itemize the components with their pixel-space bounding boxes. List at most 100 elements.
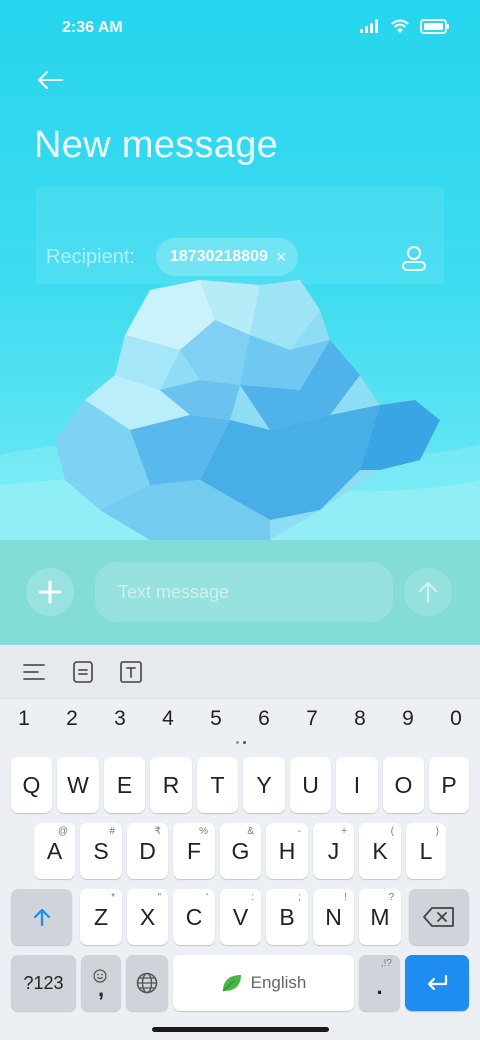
iceberg-background: [0, 280, 480, 540]
space-label-group: English: [221, 973, 307, 993]
key-u[interactable]: U: [290, 757, 331, 813]
key-label: K: [372, 837, 388, 864]
key-l[interactable]: L): [406, 823, 446, 879]
person-icon: [402, 246, 426, 271]
key-1[interactable]: 1: [9, 707, 39, 731]
key-x[interactable]: X ": [127, 889, 168, 945]
add-contact-button[interactable]: [396, 240, 432, 276]
backspace-button[interactable]: [409, 889, 469, 945]
enter-icon: [427, 974, 448, 991]
wifi-icon: [391, 19, 409, 33]
attach-button[interactable]: [26, 568, 74, 616]
back-button[interactable]: [30, 62, 70, 98]
key-f[interactable]: F%: [173, 823, 215, 879]
toolbar-clipboard-button[interactable]: [70, 659, 96, 685]
key-alt: ': [206, 892, 208, 903]
key-0[interactable]: 0: [441, 707, 471, 731]
language-button[interactable]: [126, 955, 168, 1011]
backspace-icon: [423, 907, 454, 927]
message-screen: 2:36 AM New message Recipient: 187302188…: [0, 0, 480, 645]
shift-arrow-icon: [33, 908, 50, 927]
key-label: S: [93, 837, 109, 864]
key-y[interactable]: Y: [243, 757, 285, 813]
keyboard: 1 2 3 4 5 6 7 8 9 0 Q W E R T Y U I O P …: [0, 645, 480, 1040]
toolbar-text-button[interactable]: [118, 659, 144, 685]
key-s[interactable]: S #: [80, 823, 122, 879]
signal-icon: [360, 19, 378, 33]
space-label: English: [250, 973, 307, 992]
leaf-icon: [222, 975, 241, 992]
key-alt: @: [57, 826, 68, 837]
status-time: 2:36 AM: [62, 19, 123, 36]
page-indicator: [236, 741, 246, 744]
key-alt: ;: [298, 892, 301, 903]
key-9[interactable]: 9: [393, 707, 423, 731]
key-h[interactable]: H-: [266, 823, 308, 879]
key-k[interactable]: K(: [359, 823, 401, 879]
key-e[interactable]: E: [104, 757, 145, 813]
space-bar[interactable]: English: [173, 955, 354, 1011]
key-p[interactable]: P: [429, 757, 469, 813]
key-7[interactable]: 7: [297, 707, 327, 731]
key-8[interactable]: 8: [345, 707, 375, 731]
key-5[interactable]: 5: [201, 707, 231, 731]
key-w[interactable]: W: [57, 757, 99, 813]
key-alt: -: [297, 826, 301, 837]
close-icon[interactable]: ×: [276, 248, 287, 266]
key-v[interactable]: V:: [220, 889, 261, 945]
key-2[interactable]: 2: [57, 707, 87, 731]
page-title: New message: [34, 124, 279, 166]
period-label: .: [376, 974, 383, 999]
status-icons: [360, 18, 450, 34]
page-dot: [236, 741, 239, 744]
key-label: C: [185, 903, 203, 930]
text-box-icon: [120, 661, 142, 683]
key-alt: ": [157, 892, 161, 903]
recipient-chip[interactable]: 18730218809 ×: [156, 238, 299, 276]
key-n[interactable]: N!: [313, 889, 354, 945]
symbols-button[interactable]: ?123: [11, 955, 76, 1011]
key-a[interactable]: A @: [34, 823, 75, 879]
toolbar-text-align-button[interactable]: [21, 659, 47, 685]
key-d[interactable]: D ₹: [127, 823, 168, 879]
key-3[interactable]: 3: [105, 707, 135, 731]
key-c[interactable]: C ': [173, 889, 215, 945]
key-g[interactable]: G &: [220, 823, 261, 879]
enter-button[interactable]: [405, 955, 469, 1011]
key-t[interactable]: T: [197, 757, 238, 813]
shift-button[interactable]: [11, 889, 72, 945]
key-4[interactable]: 4: [153, 707, 183, 731]
document-icon: [73, 661, 93, 683]
key-label: Z: [93, 903, 109, 930]
text-message-input[interactable]: [95, 562, 393, 622]
key-label: D: [139, 837, 156, 864]
key-alt: &: [247, 826, 254, 837]
key-b[interactable]: B;: [266, 889, 308, 945]
key-alt: *: [111, 892, 115, 903]
send-button[interactable]: [404, 568, 452, 616]
key-o[interactable]: O: [383, 757, 424, 813]
page-dot-active: [243, 741, 246, 744]
key-alt: +: [341, 826, 347, 837]
key-j[interactable]: J +: [313, 823, 354, 879]
key-alt: :: [251, 892, 254, 903]
key-alt: !: [344, 892, 347, 903]
home-indicator[interactable]: [152, 1027, 329, 1032]
arrow-up-icon: [418, 581, 438, 604]
recipient-chip-number: 18730218809: [170, 248, 268, 265]
key-alt: #: [109, 826, 115, 837]
battery-icon: [420, 18, 449, 34]
emoji-comma-button[interactable]: ,: [81, 955, 121, 1011]
key-z[interactable]: Z *: [80, 889, 122, 945]
key-r[interactable]: R: [150, 757, 192, 813]
key-m[interactable]: M?: [359, 889, 401, 945]
key-i[interactable]: I: [336, 757, 378, 813]
recipient-label: Recipient:: [46, 246, 135, 268]
period-button[interactable]: ,!? .: [359, 955, 400, 1011]
key-6[interactable]: 6: [249, 707, 279, 731]
key-alt: ): [435, 826, 439, 837]
arrow-left-icon: [38, 71, 63, 89]
key-label: H: [278, 837, 296, 864]
key-q[interactable]: Q: [11, 757, 52, 813]
key-label: V: [232, 903, 249, 930]
